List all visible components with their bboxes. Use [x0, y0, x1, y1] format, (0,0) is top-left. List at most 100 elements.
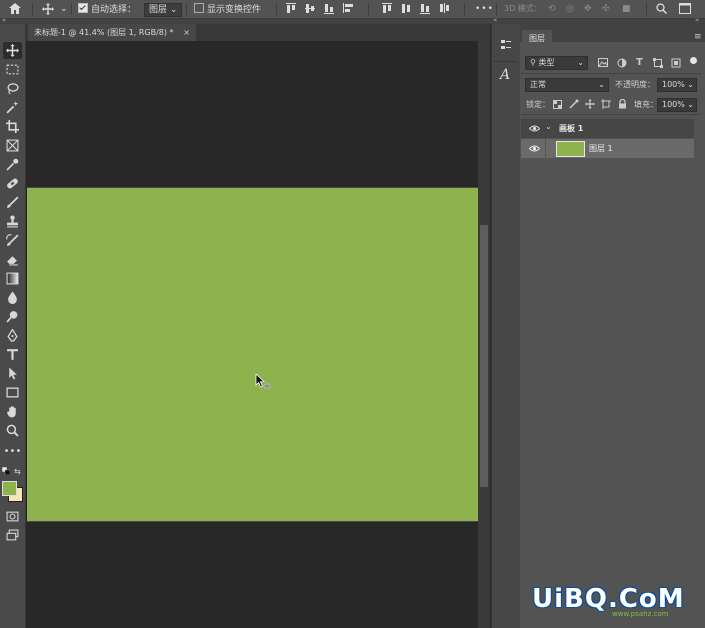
auto-select-label: 自动选择： [91, 5, 137, 15]
screen-mode-icon[interactable] [3, 527, 22, 544]
visibility-eye-icon[interactable] [529, 143, 540, 154]
filter-toggle-icon[interactable] [690, 57, 697, 64]
chevron-down-icon: ⌄ [687, 80, 694, 89]
lock-position-icon[interactable] [585, 99, 595, 112]
layer-name: 画板 1 [559, 124, 584, 133]
distribute-vcenter-icon[interactable] [401, 3, 411, 15]
search-icon[interactable] [656, 3, 668, 15]
workspace-icon[interactable] [679, 3, 691, 15]
path-selection-tool-icon[interactable] [3, 365, 22, 382]
move-cursor-icon [255, 373, 272, 393]
properties-panel-icon[interactable] [499, 38, 513, 52]
3d-roll-icon: ◎ [566, 4, 574, 14]
lasso-tool-icon[interactable] [3, 80, 22, 97]
home-icon[interactable] [9, 3, 21, 15]
more-options-button[interactable]: ••• [475, 3, 494, 15]
history-brush-tool-icon[interactable] [3, 232, 22, 249]
chevron-down-icon[interactable]: ⌄ [545, 122, 552, 131]
lock-transparency-icon[interactable] [553, 100, 562, 112]
move-tool-icon[interactable] [3, 42, 22, 59]
layer-filter-dropdown[interactable]: ⚲ 类型 ⌄ [525, 56, 588, 70]
lock-artboard-icon[interactable] [601, 99, 611, 112]
align-bottom-icon[interactable] [324, 3, 334, 15]
visibility-eye-icon[interactable] [529, 123, 540, 134]
close-icon[interactable]: × [183, 24, 190, 41]
collapsed-panels-column [491, 24, 521, 628]
magic-wand-tool-icon[interactable] [3, 99, 22, 116]
type-tool-icon[interactable] [3, 346, 22, 363]
character-panel-icon[interactable]: A [500, 67, 510, 83]
align-top-icon[interactable] [286, 3, 296, 15]
lock-all-icon[interactable] [618, 98, 627, 112]
clone-stamp-tool-icon[interactable] [3, 213, 22, 230]
layer-thumbnail[interactable] [556, 141, 585, 157]
collapse-mid-icon[interactable]: « [493, 16, 497, 24]
3d-pan-icon: ✥ [584, 4, 592, 14]
search-icon: ⚲ [530, 58, 536, 67]
show-transform-checkbox[interactable]: 显示变换控件 [194, 3, 261, 15]
align-vcenter-icon[interactable] [305, 3, 315, 15]
distribute-top-icon[interactable] [382, 3, 392, 15]
quick-mask-icon[interactable] [3, 508, 22, 525]
eyedropper-tool-icon[interactable] [3, 156, 22, 173]
layer-row-selected[interactable]: 图层 1 [521, 139, 694, 158]
gradient-tool-icon[interactable] [3, 270, 22, 287]
swap-colors-icon[interactable]: ⇆ [14, 467, 21, 476]
3d-scale-icon: ■ [622, 4, 631, 14]
rectangle-tool-icon[interactable] [3, 384, 22, 401]
layer-row-artboard[interactable]: ⌄ 画板 1 [521, 119, 694, 138]
align-left-icon[interactable] [343, 3, 354, 15]
brush-tool-icon[interactable] [3, 194, 22, 211]
show-transform-label: 显示变换控件 [207, 5, 262, 15]
blur-tool-icon[interactable] [3, 289, 22, 306]
marquee-tool-icon[interactable] [3, 61, 22, 78]
healing-brush-tool-icon[interactable] [3, 175, 22, 192]
artboard-canvas[interactable] [27, 187, 478, 522]
hand-tool-icon[interactable] [3, 403, 22, 420]
lock-label: 锁定： [526, 100, 550, 109]
document-tab[interactable]: 未标题-1 @ 41.4% (图层 1, RGB/8) * × [28, 24, 196, 41]
tab-layers[interactable]: 图层 [522, 30, 552, 48]
chevron-down-icon[interactable]: ⌄ [60, 3, 68, 15]
distribute-hcenter-icon[interactable] [439, 3, 450, 15]
edit-toolbar-icon[interactable]: ••• [3, 443, 22, 460]
opacity-label: 不透明度： [615, 80, 655, 89]
distribute-bottom-icon[interactable] [420, 3, 430, 15]
filter-pixel-icon[interactable] [598, 58, 608, 70]
chevron-down-icon: ⌄ [687, 100, 694, 109]
crop-tool-icon[interactable] [3, 118, 22, 135]
collapse-left-icon[interactable]: » [2, 16, 6, 24]
watermark-url: www.psahz.com [612, 610, 669, 618]
zoom-tool-icon[interactable] [3, 422, 22, 439]
dodge-tool-icon[interactable] [3, 308, 22, 325]
blend-mode-dropdown[interactable]: 正常 ⌄ [525, 78, 609, 92]
frame-tool-icon[interactable] [3, 137, 22, 154]
layer-name: 图层 1 [589, 144, 613, 153]
opacity-input[interactable]: 100% ⌄ [657, 78, 697, 92]
eraser-tool-icon[interactable] [3, 251, 22, 268]
vertical-scrollbar-thumb[interactable] [480, 225, 488, 487]
3d-orbit-icon: ⟲ [548, 4, 556, 14]
fill-input[interactable]: 100% ⌄ [657, 98, 697, 112]
filter-smart-object-icon[interactable] [671, 58, 681, 71]
3d-mode-label: 3D 模式： [504, 4, 542, 13]
auto-select-checkbox[interactable]: 自动选择： [78, 3, 136, 15]
collapse-right-icon[interactable]: » [695, 16, 699, 24]
filter-adjustment-icon[interactable] [617, 58, 627, 71]
options-bar: ⌄ 自动选择： 图层 ⌄ 显示变换控件 ••• 3D 模式： ⟲ ◎ ✥ ✣ ■ [0, 0, 705, 19]
document-tab-title: 未标题-1 @ 41.4% (图层 1, RGB/8) * [34, 28, 174, 37]
panel-menu-icon[interactable]: ≡ [694, 32, 702, 42]
filter-shape-icon[interactable] [653, 58, 663, 71]
foreground-color-swatch[interactable] [2, 481, 17, 496]
3d-slide-icon: ✣ [602, 4, 610, 14]
pen-tool-icon[interactable] [3, 327, 22, 344]
chevron-down-icon: ⌄ [598, 80, 605, 89]
fill-label: 填充： [634, 100, 658, 109]
layer-list [521, 118, 694, 628]
move-tool-preset-icon[interactable] [42, 3, 54, 15]
lock-image-icon[interactable] [569, 99, 579, 112]
filter-type-icon[interactable]: T [636, 57, 643, 68]
chevron-down-icon: ⌄ [577, 58, 584, 67]
auto-select-target-dropdown[interactable]: 图层 ⌄ [144, 3, 183, 17]
default-colors-icon[interactable] [1, 466, 11, 476]
